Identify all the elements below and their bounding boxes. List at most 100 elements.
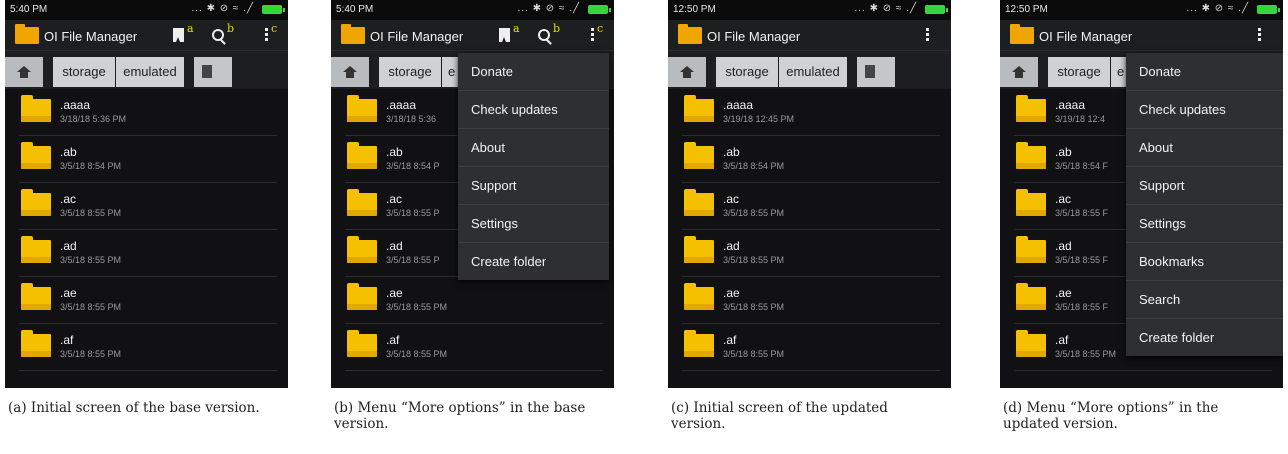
- list-item[interactable]: .aaaa 3/19/18 12:45 PM: [682, 89, 940, 136]
- menu-item-settings[interactable]: Settings: [1126, 205, 1283, 243]
- list-item[interactable]: .ae 3/5/18 8:55 PM: [682, 277, 940, 324]
- file-name: .ad: [723, 239, 740, 253]
- folder-icon: [347, 189, 377, 216]
- home-icon: [343, 66, 357, 78]
- phone-screen: 12:50 PM ... ✱ ⊘ ≈ .╱ OI File Manager st…: [1000, 0, 1283, 388]
- status-icons: ... ✱ ⊘ ≈ .╱: [191, 3, 254, 14]
- menu-item-check-updates[interactable]: Check updates: [1126, 91, 1283, 129]
- app-title: OI File Manager: [1039, 29, 1133, 44]
- file-date: 3/5/18 8:55 PM: [723, 208, 785, 218]
- file-date: 3/18/18 5:36 PM: [60, 114, 127, 124]
- menu-item-support[interactable]: Support: [458, 167, 609, 205]
- file-name: .ad: [60, 239, 77, 253]
- breadcrumb-storage[interactable]: storage: [716, 57, 778, 87]
- file-name: .af: [723, 333, 737, 347]
- menu-item-check-updates[interactable]: Check updates: [458, 91, 609, 129]
- annotation-a: a: [187, 22, 194, 35]
- menu-item-about[interactable]: About: [458, 129, 609, 167]
- breadcrumb-storage[interactable]: storage: [1048, 57, 1110, 87]
- bookmark-icon[interactable]: [499, 28, 510, 42]
- overflow-menu-icon[interactable]: [265, 28, 268, 43]
- list-item[interactable]: .af 3/5/18 8:55 PM: [19, 324, 277, 371]
- caption-d: (d) Menu “More options” in the updated v…: [1003, 400, 1219, 432]
- file-date: 3/5/18 8:54 P: [386, 161, 440, 171]
- file-date: 3/5/18 8:55 PM: [60, 302, 122, 312]
- file-date: 3/5/18 8:55 PM: [386, 349, 448, 359]
- menu-item-bookmarks[interactable]: Bookmarks: [1126, 243, 1283, 281]
- list-item[interactable]: .af 3/5/18 8:55 PM: [345, 324, 603, 371]
- panel-base-initial: 5:40 PM ... ✱ ⊘ ≈ .╱ OI File Manager a b…: [5, 0, 288, 454]
- search-icon[interactable]: [212, 29, 224, 41]
- overflow-menu-icon[interactable]: [1258, 28, 1261, 43]
- list-item[interactable]: .aaaa 3/18/18 5:36 PM: [19, 89, 277, 136]
- breadcrumb-emulated[interactable]: emulated: [779, 57, 847, 87]
- menu-item-settings[interactable]: Settings: [458, 205, 609, 243]
- folder-icon: [21, 236, 51, 263]
- sd-card-icon: [202, 65, 212, 78]
- overflow-menu-icon[interactable]: [591, 28, 594, 43]
- menu-item-search[interactable]: Search: [1126, 281, 1283, 319]
- file-date: 3/5/18 8:55 F: [1055, 302, 1109, 312]
- list-item[interactable]: .ac 3/5/18 8:55 PM: [682, 183, 940, 230]
- breadcrumb-emulated[interactable]: emulated: [116, 57, 184, 87]
- folder-icon: [21, 189, 51, 216]
- action-bar: OI File Manager a b c: [331, 20, 614, 50]
- overflow-menu-icon[interactable]: [926, 28, 929, 43]
- file-name: .ac: [723, 192, 740, 206]
- file-date: 3/5/18 8:55 PM: [386, 302, 448, 312]
- list-item[interactable]: .ae 3/5/18 8:55 PM: [19, 277, 277, 324]
- folder-icon: [21, 142, 51, 169]
- file-name: .ae: [1055, 286, 1072, 300]
- home-icon: [680, 66, 694, 78]
- file-date: 3/5/18 8:55 PM: [723, 255, 785, 265]
- menu-item-support[interactable]: Support: [1126, 167, 1283, 205]
- list-item[interactable]: .ab 3/5/18 8:54 PM: [682, 136, 940, 183]
- menu-item-create-folder[interactable]: Create folder: [458, 243, 609, 280]
- file-date: 3/5/18 8:55 F: [1055, 255, 1109, 265]
- list-item[interactable]: .ab 3/5/18 8:54 PM: [19, 136, 277, 183]
- file-date: 3/5/18 8:55 PM: [60, 349, 122, 359]
- file-name: .ad: [386, 239, 403, 253]
- breadcrumb-home[interactable]: [331, 57, 369, 87]
- menu-item-about[interactable]: About: [1126, 129, 1283, 167]
- list-item[interactable]: .ad 3/5/18 8:55 PM: [682, 230, 940, 277]
- battery-icon: [262, 5, 285, 14]
- folder-icon: [347, 142, 377, 169]
- list-item[interactable]: .ac 3/5/18 8:55 PM: [19, 183, 277, 230]
- file-date: 3/5/18 8:55 PM: [1055, 349, 1117, 359]
- menu-item-donate[interactable]: Donate: [458, 53, 609, 91]
- panel-base-menu: 5:40 PM ... ✱ ⊘ ≈ .╱ OI File Manager a b…: [331, 0, 614, 454]
- search-icon[interactable]: [538, 29, 550, 41]
- folder-icon: [1016, 189, 1046, 216]
- file-date: 3/5/18 8:55 PM: [723, 302, 785, 312]
- list-item[interactable]: .ae 3/5/18 8:55 PM: [345, 277, 603, 324]
- folder-app-icon: [1010, 24, 1034, 44]
- bookmark-icon[interactable]: [173, 28, 184, 42]
- file-name: .ab: [1055, 145, 1072, 159]
- list-item[interactable]: .ad 3/5/18 8:55 PM: [19, 230, 277, 277]
- folder-app-icon: [15, 24, 39, 44]
- breadcrumb-home[interactable]: [5, 57, 43, 87]
- breadcrumb-storage[interactable]: storage: [53, 57, 115, 87]
- battery-icon: [925, 5, 948, 14]
- app-title: OI File Manager: [707, 29, 801, 44]
- breadcrumb-storage[interactable]: storage: [379, 57, 441, 87]
- breadcrumb-sdcard[interactable]: [857, 57, 895, 87]
- breadcrumb-home[interactable]: [668, 57, 706, 87]
- list-item[interactable]: .af 3/5/18 8:55 PM: [682, 324, 940, 371]
- breadcrumb-home[interactable]: [1000, 57, 1038, 87]
- menu-item-donate[interactable]: Donate: [1126, 53, 1283, 91]
- file-name: .ab: [60, 145, 77, 159]
- status-bar: 5:40 PM ... ✱ ⊘ ≈ .╱: [5, 0, 288, 20]
- app-title: OI File Manager: [44, 29, 138, 44]
- status-icons: ... ✱ ⊘ ≈ .╱: [1186, 3, 1249, 14]
- caption-c: (c) Initial screen of the updated versio…: [671, 400, 888, 432]
- breadcrumb-sdcard[interactable]: [194, 57, 232, 87]
- file-name: .ab: [386, 145, 403, 159]
- status-time: 5:40 PM: [336, 4, 374, 15]
- folder-icon: [1016, 236, 1046, 263]
- status-bar: 12:50 PM ... ✱ ⊘ ≈ .╱: [1000, 0, 1283, 20]
- menu-item-create-folder[interactable]: Create folder: [1126, 319, 1283, 356]
- phone-screen: 12:50 PM ... ✱ ⊘ ≈ .╱ OI File Manager st…: [668, 0, 951, 388]
- caption-a: (a) Initial screen of the base version.: [8, 400, 260, 416]
